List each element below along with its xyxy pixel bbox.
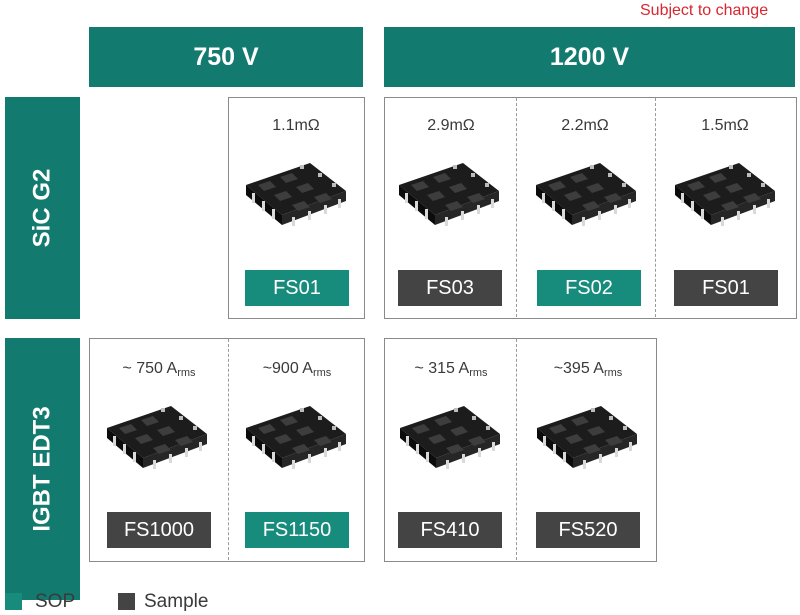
product-badge-fs410: FS410	[398, 512, 502, 548]
power-module-icon	[240, 398, 352, 474]
divider	[228, 339, 229, 560]
legend-sample-swatch	[118, 593, 135, 610]
legend-sop-label: SOP	[35, 591, 76, 612]
power-module-icon	[669, 155, 781, 231]
spec-value: ~ 750 Arms	[122, 360, 196, 379]
spec-value: 2.9mΩ	[427, 117, 475, 134]
legend-sop-swatch	[5, 593, 22, 610]
row-header-sic-g2: SiC G2	[5, 97, 80, 319]
product-badge-fs520: FS520	[536, 512, 640, 548]
divider	[516, 339, 517, 560]
row-header-igbt-edt3: IGBT EDT3	[5, 338, 80, 600]
product-badge-fs01: FS01	[674, 270, 778, 306]
product-badge-fs01: FS01	[245, 270, 349, 306]
legend-sample-label: Sample	[144, 591, 209, 612]
product-badge-fs1000: FS1000	[107, 512, 211, 548]
power-module-icon	[394, 398, 506, 474]
subject-to-change-note: Subject to change	[640, 2, 769, 19]
spec-value: ~900 Arms	[262, 360, 332, 379]
power-module-icon	[530, 155, 642, 231]
power-module-icon	[240, 155, 352, 231]
spec-value: 2.2mΩ	[561, 117, 609, 134]
divider	[516, 98, 517, 317]
spec-value: ~395 Arms	[553, 360, 623, 379]
column-header-750v: 750 V	[89, 27, 363, 87]
product-badge-fs1150: FS1150	[245, 512, 349, 548]
power-module-icon	[393, 155, 505, 231]
product-badge-fs03: FS03	[398, 270, 502, 306]
power-module-icon	[101, 398, 213, 474]
column-header-1200v: 1200 V	[384, 27, 795, 87]
row-header-sic-g2-label: SiC G2	[28, 168, 56, 248]
power-module-icon	[531, 398, 643, 474]
divider	[655, 98, 656, 317]
spec-value: ~ 315 Arms	[414, 360, 488, 379]
row-header-igbt-edt3-label: IGBT EDT3	[28, 406, 56, 532]
product-badge-fs02: FS02	[537, 270, 641, 306]
spec-value: 1.5mΩ	[701, 117, 749, 134]
spec-value: 1.1mΩ	[272, 117, 320, 134]
